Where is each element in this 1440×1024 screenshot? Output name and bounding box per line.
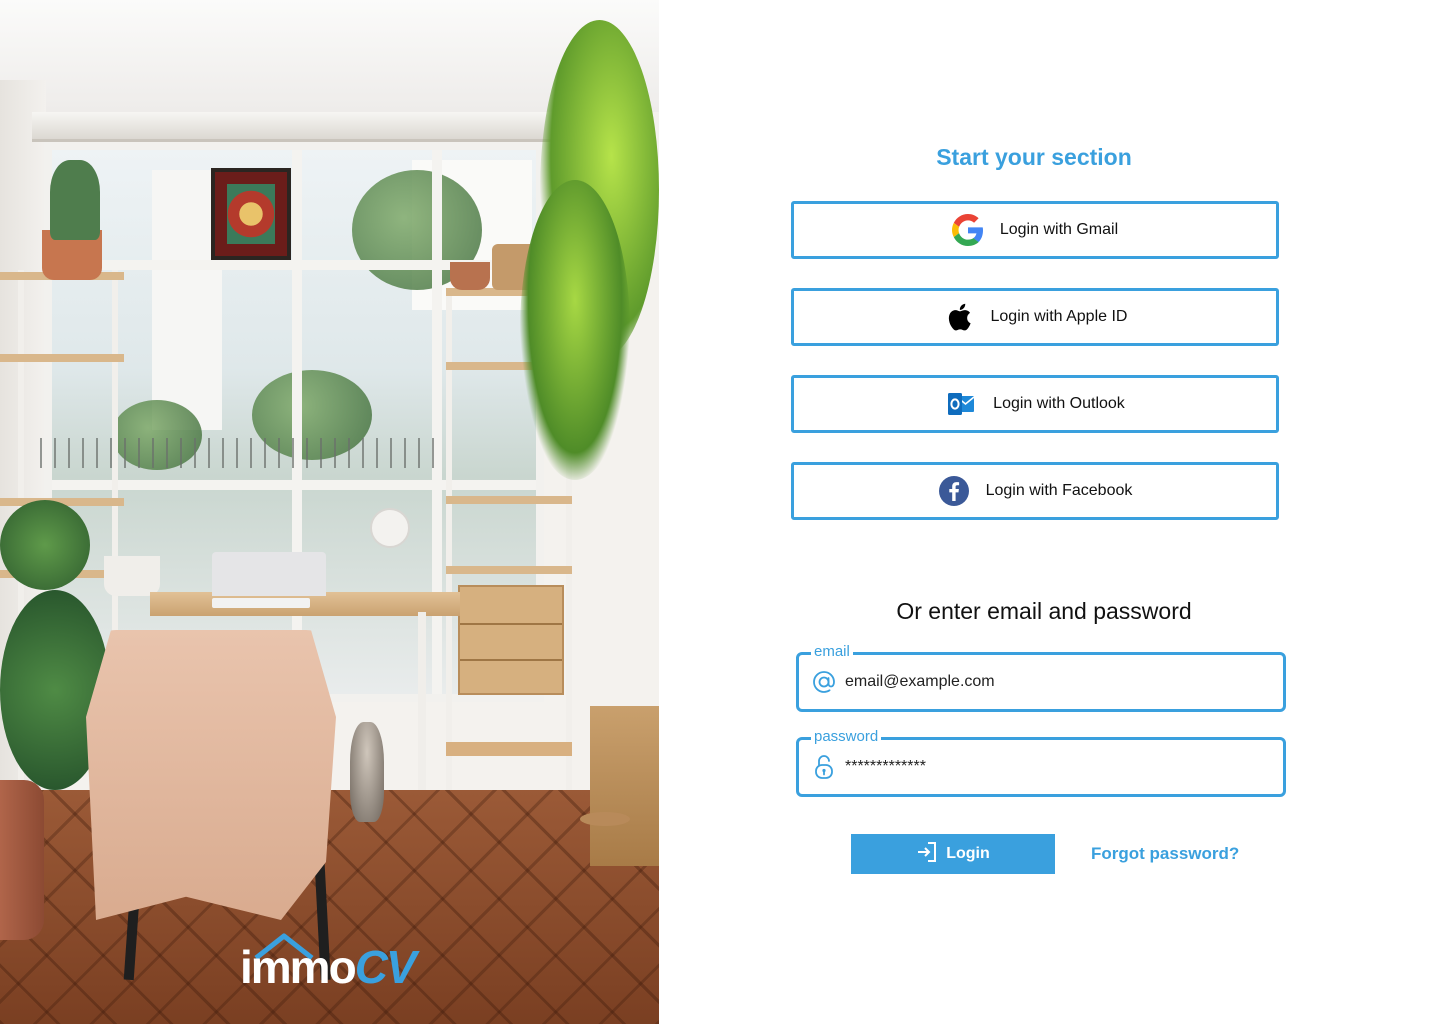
login-outlook-label: Login with Outlook <box>993 395 1125 412</box>
brand-wordmark-part1: immo <box>240 941 357 993</box>
hero-photo: immoCV <box>0 0 659 1024</box>
login-apple-button[interactable]: Login with Apple ID <box>791 288 1279 346</box>
login-arrow-icon <box>916 841 938 868</box>
shelf-board <box>446 742 572 756</box>
email-field[interactable]: email <box>796 643 1286 712</box>
login-gmail-label: Login with Gmail <box>999 221 1119 238</box>
apple-icon <box>943 301 975 333</box>
facebook-icon <box>938 475 970 507</box>
cat <box>350 722 384 822</box>
at-icon <box>811 669 837 695</box>
login-gmail-button[interactable]: Login with Gmail <box>791 201 1279 259</box>
brand-wordmark-part2: CV <box>354 941 417 993</box>
plant-pot <box>450 262 490 290</box>
divider-text: Or enter email and password <box>896 598 1192 624</box>
login-outlook-button[interactable]: Login with Outlook <box>791 375 1279 433</box>
window-mullion <box>52 480 536 490</box>
wooden-stool <box>580 812 630 872</box>
password-label: password <box>811 728 882 746</box>
plant <box>50 160 100 240</box>
shelf-board <box>0 354 124 362</box>
balcony-railing <box>40 438 460 468</box>
google-icon <box>951 214 984 246</box>
laptop <box>212 552 326 596</box>
login-facebook-label: Login with Facebook <box>985 482 1133 499</box>
hanging-ivy <box>520 180 630 480</box>
chair-throw-blanket <box>86 630 336 920</box>
login-apple-label: Login with Apple ID <box>990 308 1128 325</box>
lock-icon <box>811 754 837 780</box>
window-blind <box>32 112 588 142</box>
shelf-board <box>446 566 572 574</box>
keyboard <box>212 598 310 608</box>
email-label: email <box>811 643 853 661</box>
outlook-icon <box>945 388 977 420</box>
password-input[interactable] <box>845 758 1265 776</box>
forgot-password-link[interactable]: Forgot password? <box>1091 844 1239 864</box>
brand-logo: immoCV <box>240 932 420 992</box>
shelf-board <box>446 496 572 504</box>
login-button[interactable]: Login <box>851 834 1055 874</box>
login-button-label: Login <box>946 845 990 862</box>
page-title: Start your section <box>936 144 1132 170</box>
plant <box>0 500 90 590</box>
plant-pot <box>104 556 160 596</box>
drawer-unit <box>458 585 564 695</box>
framed-artwork <box>211 168 291 260</box>
desk-lamp <box>370 508 410 548</box>
plant-pot <box>0 780 44 940</box>
login-form-panel: Start your section Login with Gmail Logi… <box>659 0 1440 1024</box>
login-facebook-button[interactable]: Login with Facebook <box>791 462 1279 520</box>
brand-wordmark: immoCV <box>240 941 417 993</box>
password-field[interactable]: password <box>796 728 1286 797</box>
email-input[interactable] <box>845 673 1265 691</box>
